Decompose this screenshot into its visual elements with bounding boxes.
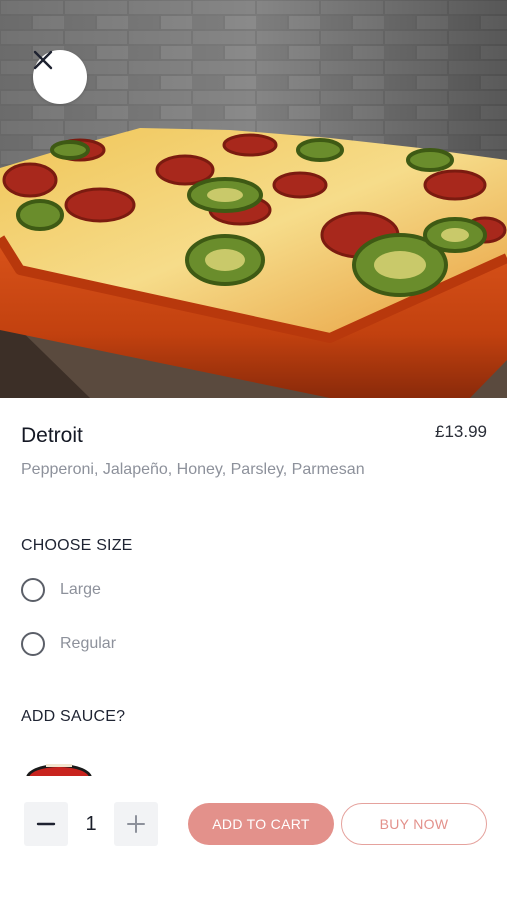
product-description: Pepperoni, Jalapeño, Honey, Parsley, Par… [21,461,365,478]
quantity-value: 1 [85,813,97,835]
minus-icon [36,822,56,826]
buy-now-button[interactable]: BUY NOW [341,803,487,845]
size-option-regular[interactable]: Regular [21,632,116,656]
radio-button[interactable] [21,632,45,656]
close-icon [33,50,53,70]
product-hero-image [0,0,507,398]
sauce-logo [22,760,96,776]
radio-button[interactable] [21,578,45,602]
add-sauce-heading: ADD SAUCE? [21,708,126,725]
choose-size-heading: CHOOSE SIZE [21,537,133,554]
size-option-label: Large [60,581,101,598]
increase-quantity-button[interactable] [114,802,158,846]
add-to-cart-button[interactable]: ADD TO CART [188,803,334,845]
plus-icon [127,815,145,833]
size-option-label: Regular [60,635,117,652]
size-option-large[interactable]: Large [21,578,101,602]
product-name: Detroit [21,424,83,447]
product-price: £13.99 [435,422,487,441]
decrease-quantity-button[interactable] [24,802,68,846]
close-button[interactable] [33,50,87,104]
